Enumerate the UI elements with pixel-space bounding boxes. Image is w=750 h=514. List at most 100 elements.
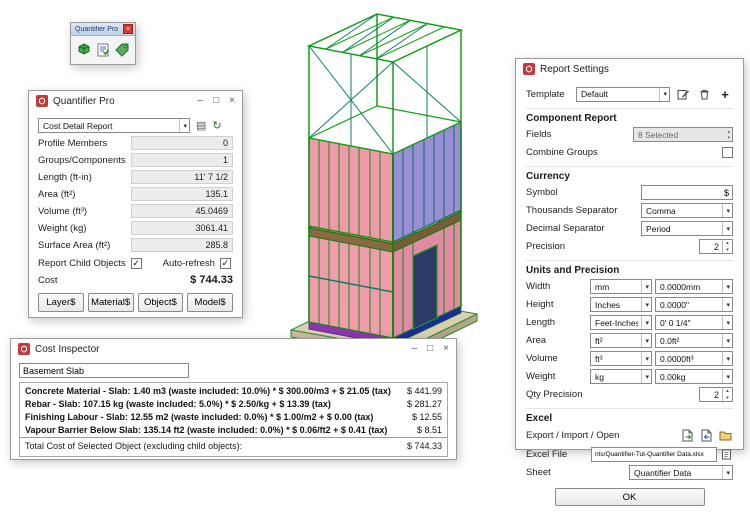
spin-down-icon[interactable]: ▾ (723, 247, 732, 254)
template-value: Default (581, 89, 608, 99)
field-value: 3061.41 (131, 221, 233, 235)
toolbar-close-icon[interactable]: × (123, 24, 133, 34)
dropdown-arrow-icon: ▾ (641, 370, 649, 383)
length-format-value: 0' 0 1/4" (660, 318, 691, 328)
sheet-value: Quantifier Data (634, 468, 691, 478)
field-value: 45.0469 (131, 204, 233, 218)
field-value: 285.8 (131, 238, 233, 252)
report-settings-window: Report Settings Template Default ▾ + Com… (515, 58, 744, 450)
width-label: Width (526, 281, 550, 292)
cost-row: Rebar - Slab: 107.15 kg (waste included:… (20, 398, 447, 411)
ok-button[interactable]: OK (555, 488, 705, 506)
edit-template-icon[interactable] (675, 86, 691, 102)
browse-file-icon[interactable] (720, 446, 733, 462)
height-unit-value: Inches (595, 300, 620, 310)
add-template-icon[interactable]: + (717, 86, 733, 102)
3d-building-model (253, 4, 515, 362)
dropdown-arrow-icon: ▾ (722, 334, 730, 347)
cost-row-amount: $ 8.51 (417, 424, 442, 437)
area-format-select[interactable]: 0.0ft² ▾ (655, 333, 733, 348)
thousands-separator-select[interactable]: Comma ▾ (641, 203, 733, 218)
qty-precision-label: Qty Precision (526, 389, 583, 400)
report-child-objects-checkbox[interactable]: ✓ (131, 258, 142, 269)
toolbar-titlebar[interactable]: Quantifier Pro × (71, 23, 135, 36)
report-type-value: Cost Detail Report (43, 121, 112, 131)
combine-groups-checkbox[interactable] (722, 147, 733, 158)
objects-cost-button[interactable]: Object$ (138, 293, 184, 312)
excel-file-label: Excel File (526, 449, 567, 460)
export-icon[interactable] (679, 427, 695, 443)
currency-symbol-input[interactable] (641, 185, 733, 200)
maximize-icon[interactable]: □ (427, 344, 433, 354)
quantifier-pro-tool-icon[interactable] (76, 42, 92, 58)
width-unit-select[interactable]: mm▾ (590, 279, 652, 294)
fields-select[interactable]: 8 Selected ▴▾ (633, 127, 733, 142)
length-unit-select[interactable]: Feet-Inches /▾ (590, 315, 652, 330)
field-value: 11' 7 1/2 (131, 170, 233, 184)
open-file-icon[interactable] (717, 427, 733, 443)
quantifier-titlebar[interactable]: Quantifier Pro – □ × (29, 91, 242, 111)
close-icon[interactable]: × (229, 96, 235, 106)
sheet-select[interactable]: Quantifier Data ▾ (629, 465, 733, 480)
maximize-icon[interactable]: □ (213, 96, 219, 106)
cost-inspector-tool-icon[interactable] (114, 42, 130, 58)
report-type-select[interactable]: Cost Detail Report ▾ (38, 118, 190, 133)
cost-row-amount: $ 441.99 (407, 385, 442, 398)
cost-row-desc: Concrete Material - Slab: 1.40 m3 (waste… (25, 385, 391, 398)
area-label: Area (526, 335, 546, 346)
qty-precision-spinner[interactable]: 2 ▴▾ (699, 387, 733, 402)
cost-row-desc: Vapour Barrier Below Slab: 135.14 ft2 (w… (25, 424, 387, 437)
total-value: $ 744.33 (407, 440, 442, 453)
excel-header: Excel (526, 408, 733, 424)
volume-unit-select[interactable]: ft³ ▾ (590, 351, 652, 366)
materials-cost-button[interactable]: Material$ (88, 293, 134, 312)
cost-inspector-window: Cost Inspector – □ × Concrete Material -… (10, 338, 457, 460)
sheet-label: Sheet (526, 467, 551, 478)
delete-template-icon[interactable] (696, 86, 712, 102)
report-settings-titlebar[interactable]: Report Settings (516, 59, 743, 79)
weight-format-select[interactable]: 0.00kg▾ (655, 369, 733, 384)
cost-inspector-titlebar[interactable]: Cost Inspector – □ × (11, 339, 456, 359)
height-format-select[interactable]: 0.0000"▾ (655, 297, 733, 312)
auto-refresh-label: Auto-refresh (163, 258, 215, 269)
volume-format-select[interactable]: 0.0000ft³▾ (655, 351, 733, 366)
report-settings-tool-icon[interactable] (95, 42, 111, 58)
field-label: Surface Area (ft²) (38, 240, 110, 251)
precision-spinner[interactable]: 2 ▴▾ (699, 239, 733, 254)
cost-row: Finishing Labour - Slab: 12.55 m2 (waste… (20, 411, 447, 424)
area-unit-select[interactable]: ft²▾ (590, 333, 652, 348)
import-icon[interactable] (698, 427, 714, 443)
auto-refresh-checkbox[interactable]: ✓ (220, 258, 231, 269)
spin-down-icon[interactable]: ▾ (723, 395, 732, 402)
excel-file-input[interactable] (591, 447, 717, 462)
field-label: Weight (kg) (38, 223, 86, 234)
refresh-icon[interactable]: ↻ (212, 119, 221, 132)
minimize-icon[interactable]: – (412, 344, 418, 354)
height-unit-select[interactable]: Inches▾ (590, 297, 652, 312)
field-value: 0 (131, 136, 233, 150)
volume-unit-value: ft³ (595, 354, 603, 364)
models-cost-button[interactable]: Model$ (187, 293, 233, 312)
dropdown-arrow-icon: ▾ (641, 352, 649, 365)
model-viewport[interactable] (253, 4, 515, 362)
object-name-input[interactable] (19, 363, 189, 378)
decimal-separator-label: Decimal Separator (526, 223, 605, 234)
weight-format-value: 0.00kg (660, 372, 686, 382)
width-format-select[interactable]: 0.0000mm▾ (655, 279, 733, 294)
quantifier-pro-app-icon (36, 95, 48, 107)
check-icon: ✓ (132, 259, 140, 268)
decimal-separator-select[interactable]: Period ▾ (641, 221, 733, 236)
length-label: Length (526, 317, 555, 328)
run-report-icon[interactable]: ▤ (196, 119, 206, 132)
length-unit-value: Feet-Inches / (595, 318, 638, 328)
weight-unit-select[interactable]: kg▾ (590, 369, 652, 384)
fields-value: 8 Selected (638, 130, 678, 140)
layers-cost-button[interactable]: Layer$ (38, 293, 84, 312)
template-select[interactable]: Default ▾ (576, 87, 670, 102)
fields-label: Fields (526, 129, 551, 140)
length-format-select[interactable]: 0' 0 1/4"▾ (655, 315, 733, 330)
close-icon[interactable]: × (443, 344, 449, 354)
minimize-icon[interactable]: – (198, 96, 204, 106)
check-icon: ✓ (222, 259, 230, 268)
area-format-value: 0.0ft² (660, 336, 679, 346)
